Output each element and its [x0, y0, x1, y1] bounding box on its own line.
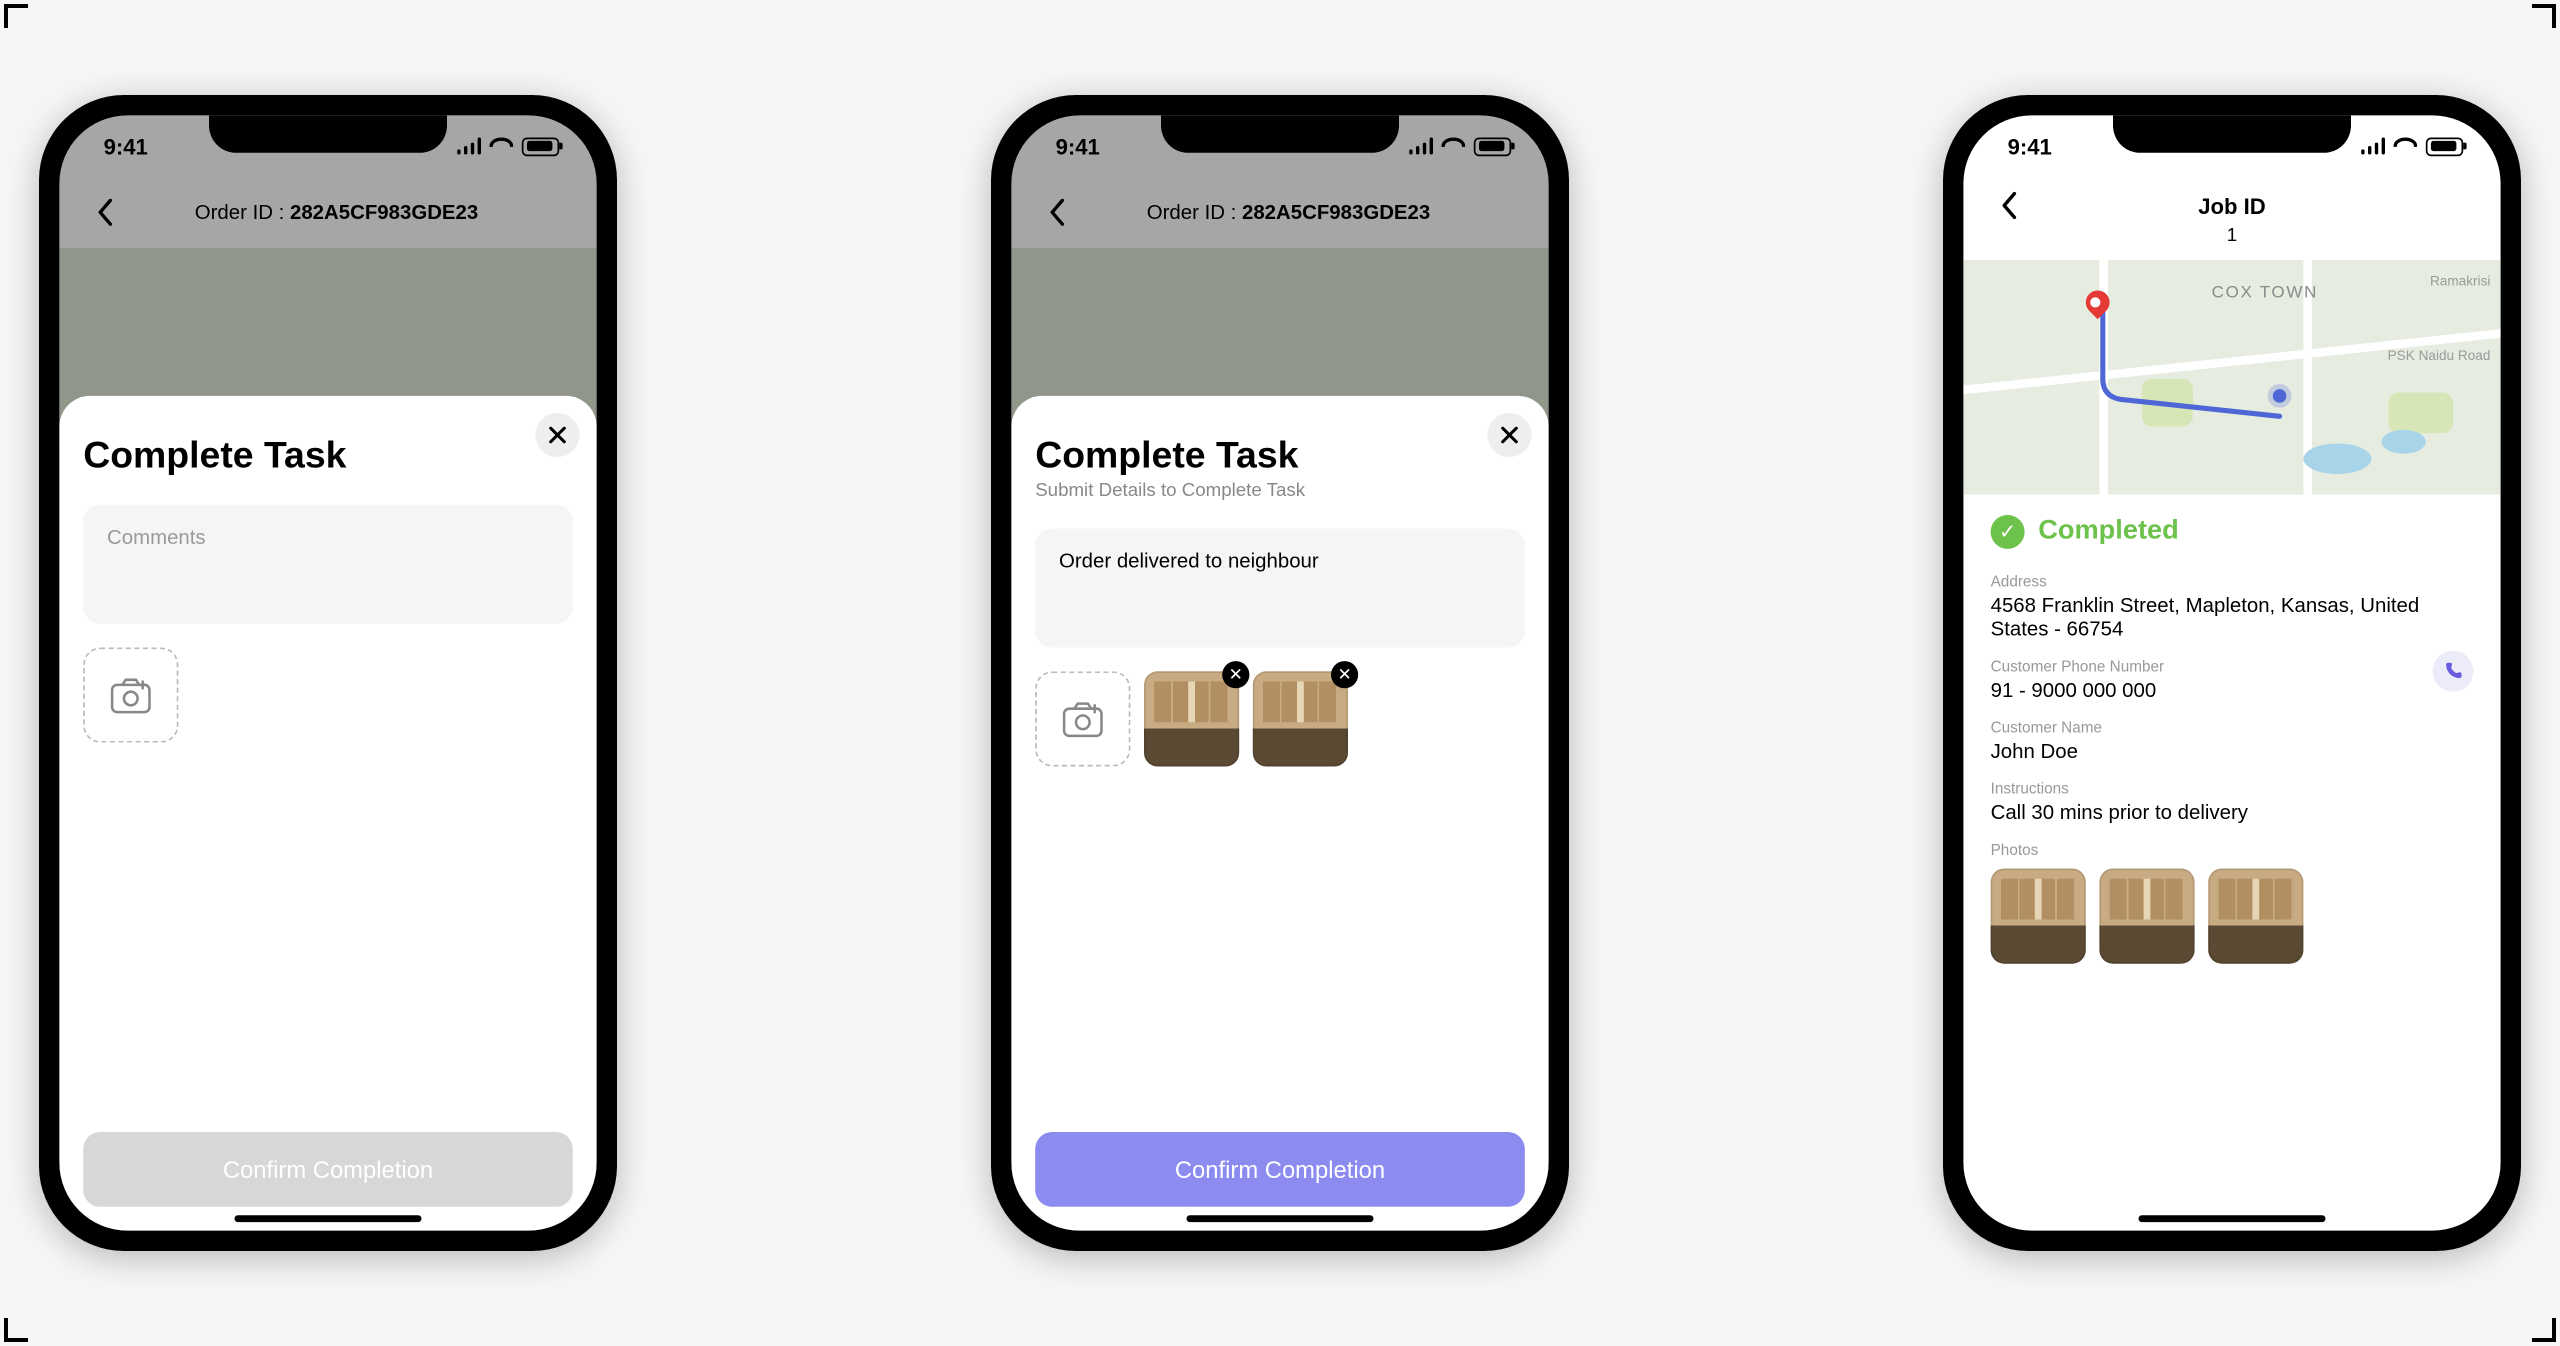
notch [209, 115, 447, 152]
close-button[interactable] [535, 413, 579, 457]
home-indicator [235, 1215, 422, 1222]
destination-point-icon [2273, 389, 2287, 403]
job-details-body: ✓ Completed Address 4568 Franklin Street… [1963, 495, 2500, 991]
phone-mockup-1: 9:41 Order ID : 282A5CF983GDE23 [39, 95, 617, 1251]
instructions-value: Call 30 mins prior to delivery [1991, 801, 2474, 825]
photos-label: Photos [1991, 841, 2474, 858]
complete-task-sheet: Complete Task Submit Details to Complete… [1011, 396, 1548, 1231]
photo-thumbnail[interactable]: ✕ [1144, 671, 1239, 766]
notch [1161, 115, 1399, 152]
add-photo-button[interactable] [83, 648, 178, 743]
back-button[interactable] [1987, 183, 2031, 227]
customer-name-label: Customer Name [1991, 719, 2474, 736]
map-road-label: PSK Naidu Road [2388, 348, 2491, 363]
phone-mockup-3: 9:41 Job ID 1 [1943, 95, 2521, 1251]
comments-input[interactable]: Order delivered to neighbour [1035, 529, 1525, 648]
comments-input[interactable]: Comments [83, 505, 573, 624]
customer-name-value: John Doe [1991, 739, 2474, 763]
map-road-label: Ramakrisi [2430, 274, 2490, 289]
remove-photo-button[interactable]: ✕ [1331, 661, 1358, 688]
job-id-value: 1 [1987, 226, 2477, 246]
sheet-title: Complete Task [1035, 433, 1525, 477]
signal-icon [2360, 138, 2385, 155]
photo-thumbnail[interactable] [2208, 869, 2303, 964]
status-text: Completed [2038, 517, 2179, 548]
phone-value: 91 - 9000 000 000 [1991, 678, 2164, 702]
map-area-label: COX TOWN [2212, 284, 2318, 303]
check-icon: ✓ [1991, 515, 2025, 549]
complete-task-sheet: Complete Task Comments Confirm Completio… [59, 396, 596, 1231]
instructions-label: Instructions [1991, 780, 2474, 797]
address-label: Address [1991, 573, 2474, 590]
add-photo-button[interactable] [1035, 671, 1130, 766]
close-button[interactable] [1487, 413, 1531, 457]
wifi-icon [2394, 138, 2418, 155]
photo-thumbnail[interactable] [2099, 869, 2194, 964]
home-indicator [2139, 1215, 2326, 1222]
battery-icon [2426, 137, 2463, 156]
confirm-completion-button[interactable]: Confirm Completion [83, 1132, 573, 1207]
sheet-title: Complete Task [83, 433, 573, 477]
photo-thumbnail[interactable]: ✕ [1253, 671, 1348, 766]
call-button[interactable] [2433, 651, 2474, 692]
home-indicator [1187, 1215, 1374, 1222]
job-id-title: Job ID [2031, 193, 2432, 219]
notch [2113, 115, 2351, 152]
phone-mockup-2: 9:41 Order ID : 282A5CF983GDE23 [991, 95, 1569, 1251]
map-view[interactable]: COX TOWN Ramakrisi PSK Naidu Road [1963, 260, 2500, 495]
job-header: Job ID 1 [1963, 177, 2500, 260]
phone-label: Customer Phone Number [1991, 658, 2164, 675]
remove-photo-button[interactable]: ✕ [1222, 661, 1249, 688]
route-line [2093, 301, 2331, 437]
address-value: 4568 Franklin Street, Mapleton, Kansas, … [1991, 593, 2474, 641]
photo-thumbnail[interactable] [1991, 869, 2086, 964]
status-time: 9:41 [2008, 133, 2052, 159]
confirm-completion-button[interactable]: Confirm Completion [1035, 1132, 1525, 1207]
sheet-subtitle: Submit Details to Complete Task [1035, 481, 1525, 501]
status-icons [2360, 137, 2463, 156]
status-row: ✓ Completed [1991, 515, 2474, 549]
